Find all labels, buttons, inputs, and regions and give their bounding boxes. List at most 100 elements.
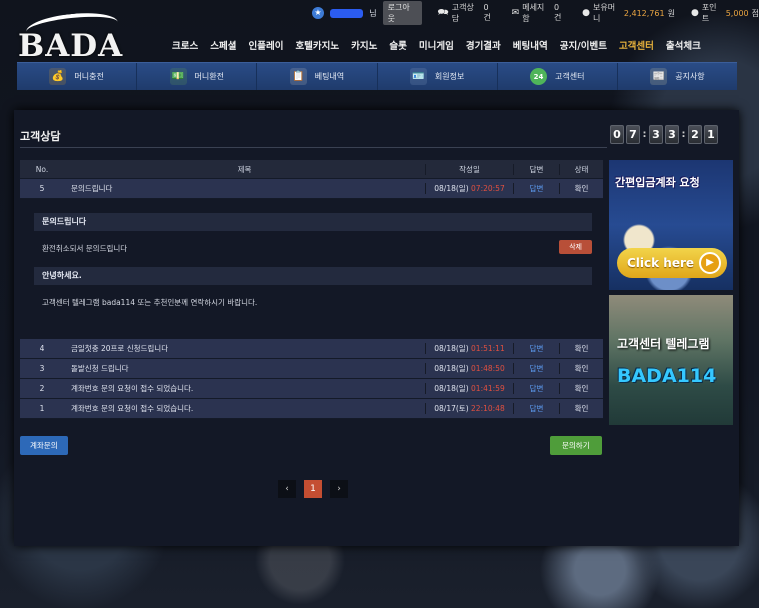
inquire-button[interactable]: 문의하기 xyxy=(550,436,602,455)
row-date-day: 08/17(토) xyxy=(434,404,469,413)
envelope-icon: ✉ xyxy=(511,8,520,18)
member-card-icon: 🪪 xyxy=(409,68,427,85)
nav-item-cross[interactable]: 크로스 xyxy=(166,38,204,52)
subnav-label: 고객센터 xyxy=(555,72,585,81)
nickname-suffix: 님 xyxy=(369,8,377,18)
consult-count: 0건 xyxy=(483,3,491,22)
telegram-banner[interactable]: 고객센터 텔레그램 BADA114 xyxy=(609,295,733,425)
subnav-label: 베팅내역 xyxy=(314,72,345,81)
nav-item-inplay[interactable]: 인플레이 xyxy=(242,38,289,52)
table-row-open[interactable]: 5 문의드립니다 08/18(일) 07:20:57 답변 확인 xyxy=(20,179,603,199)
header-status: 상태 xyxy=(559,163,603,175)
nav-item-minigame[interactable]: 미니게임 xyxy=(413,38,460,52)
delete-button[interactable]: 삭제 xyxy=(559,240,592,254)
row-date: 08/18(일) 01:51:11 xyxy=(425,343,513,354)
main-nav: 크로스 스페셜 인플레이 호텔카지노 카지노 슬롯 미니게임 경기결과 베팅내역… xyxy=(166,38,707,52)
row-date-time: 07:20:57 xyxy=(471,184,505,193)
clock-digit: 7 xyxy=(626,125,640,144)
subnav-item-notice[interactable]: 📰 공지사항 xyxy=(618,63,737,90)
clock-digit: 3 xyxy=(665,125,679,144)
page-button-current[interactable]: 1 xyxy=(304,480,322,498)
table-row[interactable]: 1 계좌번호 문의 요청이 접수 되었습니다. 08/17(토) 22:10:4… xyxy=(20,399,603,419)
consult-link[interactable]: 🗪 고객상담 0건 xyxy=(438,2,496,24)
nav-item-slot[interactable]: 슬롯 xyxy=(383,38,412,52)
answer-title: 안녕하세요. xyxy=(34,267,592,285)
digital-clock: 0 7 : 3 3 : 2 1 xyxy=(610,125,718,144)
nav-item-notice-event[interactable]: 공지/이벤트 xyxy=(554,38,613,52)
subnav-item-deposit[interactable]: 💰 머니충전 xyxy=(17,63,138,90)
prev-page-button[interactable]: ‹ xyxy=(278,480,296,498)
question-title: 문의드립니다 xyxy=(34,213,592,231)
click-here-button[interactable]: Click here ▶ xyxy=(617,248,727,278)
row-status: 확인 xyxy=(559,183,603,194)
site-logo[interactable]: BADA xyxy=(18,9,122,64)
row-date-time: 01:48:50 xyxy=(471,364,505,373)
row-no: 5 xyxy=(39,184,45,193)
table-row[interactable]: 2 계좌번호 문의 요청이 접수 되었습니다. 08/18(일) 01:41:5… xyxy=(20,379,603,399)
row-title: 돌발신청 드립니다 xyxy=(71,364,129,373)
account-inquiry-button[interactable]: 계좌문의 xyxy=(20,436,68,455)
table-row[interactable]: 4 금일첫충 20프로 신청드립니다 08/18(일) 01:51:11 답변 … xyxy=(20,339,603,359)
logout-button[interactable]: 로그아웃 xyxy=(382,1,422,25)
money-exchange-icon: 💵 xyxy=(169,68,187,85)
money-bag-icon: 💰 xyxy=(49,68,67,85)
subnav-label: 머니환전 xyxy=(194,72,224,81)
nav-item-hotel-casino[interactable]: 호텔카지노 xyxy=(289,38,345,52)
title-divider xyxy=(20,147,607,148)
subnav-item-bet-history[interactable]: 📋 베팅내역 xyxy=(257,63,378,90)
nav-item-results[interactable]: 경기결과 xyxy=(460,38,507,52)
row-date-day: 08/18(일) xyxy=(434,184,469,193)
row-no: 3 xyxy=(39,364,45,373)
header-no: No. xyxy=(35,164,49,174)
message-label: 메세지함 xyxy=(522,3,545,23)
nav-item-attendance[interactable]: 출석체크 xyxy=(660,38,707,52)
money-value: 2,412,761 xyxy=(623,8,665,18)
clock-digit: 3 xyxy=(649,125,663,144)
deposit-account-banner[interactable]: 간편입금계좌 요청 Click here ▶ xyxy=(609,160,733,290)
message-link[interactable]: ✉ 메세지함 0건 xyxy=(512,2,567,24)
point-value: 5,000 xyxy=(725,8,749,18)
play-arrow-icon: ▶ xyxy=(699,252,721,274)
row-date: 08/17(토) 22:10:48 xyxy=(425,403,513,414)
row-date-day: 08/18(일) xyxy=(434,344,469,353)
row-date: 08/18(일) 01:48:50 xyxy=(425,363,513,374)
row-date-time: 01:51:11 xyxy=(471,344,505,353)
clock-colon: : xyxy=(681,129,686,140)
table-row[interactable]: 3 돌발신청 드립니다 08/18(일) 01:48:50 답변 확인 xyxy=(20,359,603,379)
nav-item-support[interactable]: 고객센터 xyxy=(613,38,660,52)
nav-item-special[interactable]: 스페셜 xyxy=(204,38,242,52)
nav-item-casino[interactable]: 카지노 xyxy=(345,38,383,52)
row-title: 계좌번호 문의 요청이 접수 되었습니다. xyxy=(71,384,194,393)
inquiry-table: No. 제목 작성일 답변 상태 5 문의드립니다 08/18(일) 07:20… xyxy=(20,160,603,199)
row-date: 08/18(일) 01:41:59 xyxy=(425,383,513,394)
subnav-item-member-info[interactable]: 🪪 회원정보 xyxy=(378,63,498,90)
subnav-label: 공지사항 xyxy=(675,72,705,81)
chat-icon: 🗪 xyxy=(437,8,449,18)
page-title: 고객상담 xyxy=(20,130,61,143)
banner-title: 간편입금계좌 요청 xyxy=(615,176,700,189)
next-page-button[interactable]: › xyxy=(330,480,348,498)
point-icon: ● xyxy=(690,8,699,18)
row-answer: 답변 xyxy=(513,343,559,354)
inquiry-detail: 문의드립니다 환전취소되서 문의드립니다 삭제 안녕하세요. 고객센터 텔레그램… xyxy=(34,213,592,321)
subnav-item-support[interactable]: 24 고객센터 xyxy=(498,63,618,90)
subnav-item-withdraw[interactable]: 💵 머니환전 xyxy=(137,63,258,90)
row-title: 계좌번호 문의 요청이 접수 되었습니다. xyxy=(71,404,194,413)
sub-nav: 💰 머니충전 💵 머니환전 📋 베팅내역 🪪 회원정보 24 고객센터 📰 공지… xyxy=(17,62,737,90)
row-date-day: 08/18(일) xyxy=(434,364,469,373)
header-date: 작성일 xyxy=(425,163,513,175)
answer-body: 고객센터 텔레그램 bada114 또는 추천인분께 연락하시기 바랍니다. xyxy=(42,298,258,307)
row-answer: 답변 xyxy=(513,183,559,194)
banner-line1: 고객센터 텔레그램 xyxy=(617,337,710,351)
clock-digit: 0 xyxy=(610,125,624,144)
row-no: 1 xyxy=(39,404,45,413)
subnav-label: 머니충전 xyxy=(74,72,104,81)
header-answer: 답변 xyxy=(513,163,559,175)
user-bar: ★ 님 로그아웃 🗪 고객상담 0건 ✉ 메세지함 0건 ● 보유머니 2,412,7… xyxy=(312,1,759,25)
table-header: No. 제목 작성일 답변 상태 xyxy=(20,160,603,179)
inquiry-table-rest: 4 금일첫충 20프로 신청드립니다 08/18(일) 01:51:11 답변 … xyxy=(20,339,603,419)
clock-digit: 1 xyxy=(704,125,718,144)
row-status: 확인 xyxy=(559,363,603,374)
nav-item-bet-history[interactable]: 베팅내역 xyxy=(507,38,554,52)
row-date-day: 08/18(일) xyxy=(434,384,469,393)
